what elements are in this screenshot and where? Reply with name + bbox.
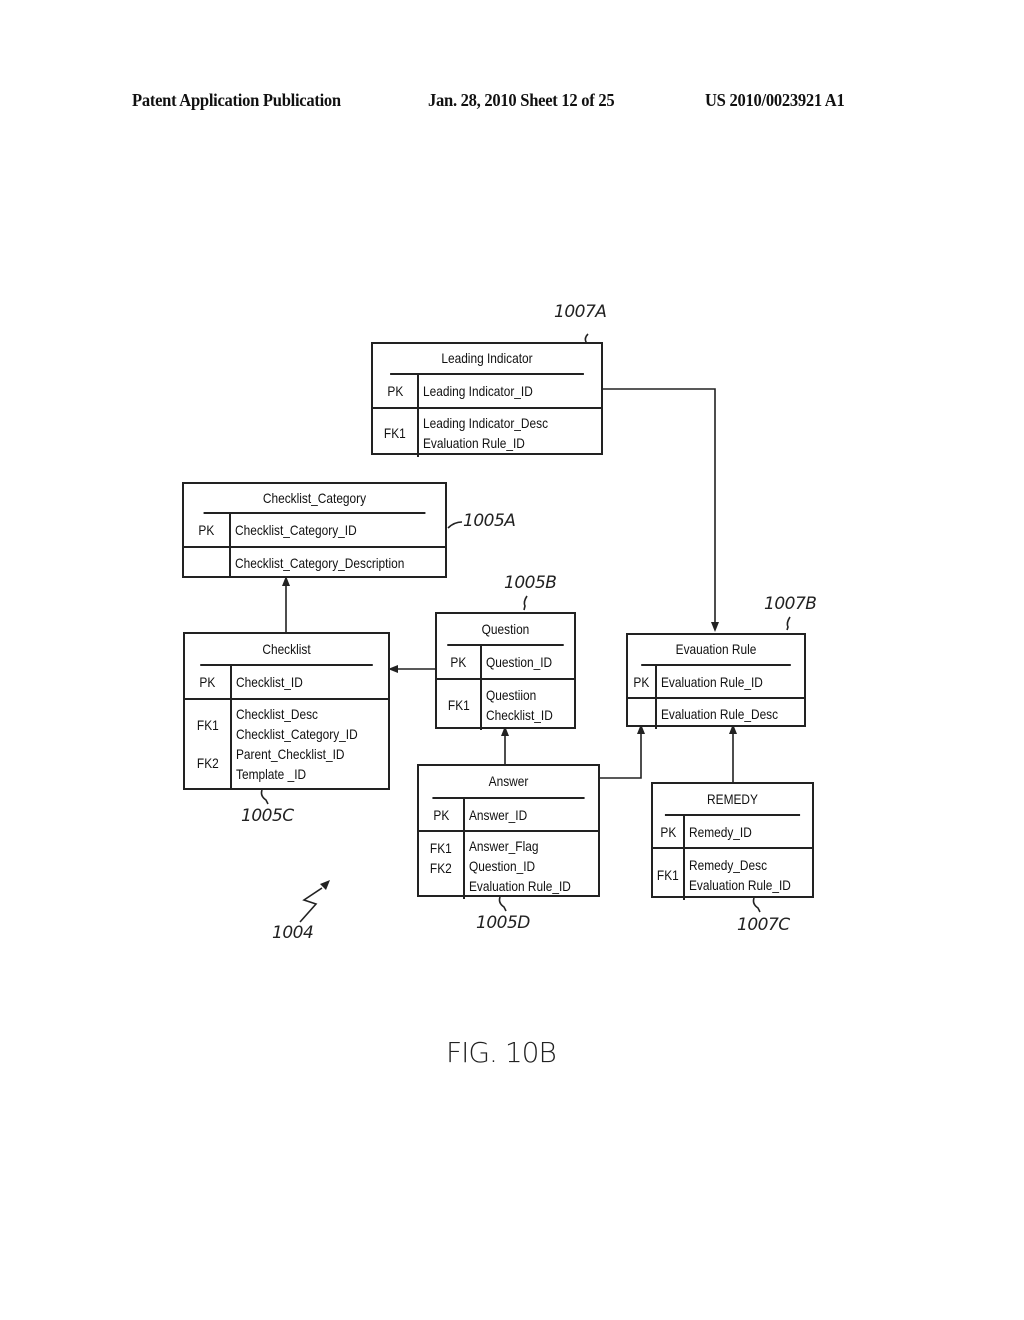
date-sheet: Jan. 28, 2010 Sheet 12 of 25 (428, 90, 615, 110)
leader-1005A (447, 521, 463, 529)
field: Parent_Checklist_ID (236, 746, 345, 762)
pk-field: Checklist_Category_ID (235, 522, 357, 538)
entity-title: Answer (432, 766, 585, 799)
entity-remedy[interactable]: REMEDY PK Remedy_ID FK1 Remedy_Desc Eval… (651, 782, 814, 900)
pk-field: Leading Indicator_ID (423, 383, 533, 399)
field: Checklist_Category_Description (235, 555, 405, 571)
entity-checklist-category[interactable]: Checklist_Category PK Checklist_Category… (182, 482, 447, 578)
arrowhead-evaluation-rule-top (711, 622, 719, 632)
fk-label: FK1 (430, 840, 452, 856)
field: Answer_Flag (469, 837, 539, 854)
field: Evaluation Rule_Desc (661, 706, 779, 722)
field: Remedy_Desc (689, 856, 768, 873)
leader-1005B (523, 595, 528, 611)
publication-title: Patent Application Publication (132, 90, 341, 110)
field: Checklist_Category_ID (236, 726, 358, 742)
fk-label: FK1 (657, 866, 679, 883)
pk-label: PK (633, 673, 650, 690)
entity-title: Checklist_Category (203, 484, 426, 514)
entity-title: Evauation Rule (641, 635, 791, 666)
ref-label-1005A: 1005A (463, 511, 516, 531)
figure-label: FIG. 10B (446, 1036, 557, 1069)
field: Checklist_ID (486, 707, 553, 723)
ref-label-1005C: 1005C (241, 806, 294, 826)
entity-title: Checklist (200, 634, 373, 666)
field: Evaluation Rule_ID (469, 877, 571, 894)
page-header: Patent Application Publication Jan. 28, … (0, 90, 1024, 114)
field: Evaluation Rule_ID (423, 435, 525, 451)
leader-1005C (260, 789, 269, 805)
reference-arrow-1004 (299, 887, 323, 923)
connector-answer-evaluation-rule (599, 730, 642, 779)
entity-title: REMEDY (664, 784, 801, 816)
fk-label: FK1 (196, 717, 219, 733)
ref-label-1005D: 1005D (476, 913, 530, 933)
fk-label: FK1 (447, 697, 470, 713)
entity-question[interactable]: Question PK Question_ID FK1 Questiion Ch… (435, 612, 576, 730)
leader-1007C (752, 897, 761, 913)
ref-label-1004: 1004 (272, 923, 314, 943)
entity-title: Leading Indicator (390, 344, 584, 375)
fk-label: FK2 (430, 860, 452, 876)
pk-label: PK (433, 806, 449, 823)
entity-evaluation-rule[interactable]: Evauation Rule PK Evaluation Rule_ID Eva… (626, 633, 806, 729)
entity-leading-indicator[interactable]: Leading Indicator PK Leading Indicator_I… (371, 342, 603, 457)
field: Leading Indicator_Desc (423, 415, 549, 431)
patent-number: US 2010/0023921 A1 (705, 90, 845, 110)
ref-label-1007A: 1007A (554, 302, 607, 322)
pk-field: Remedy_ID (689, 823, 752, 840)
entity-title: Question (447, 614, 564, 646)
pk-field: Evaluation Rule_ID (661, 673, 763, 690)
pk-label: PK (198, 522, 215, 538)
pk-field: Answer_ID (469, 806, 528, 823)
pk-label: PK (199, 674, 216, 690)
arrowhead-1004 (320, 880, 330, 890)
pk-label: PK (660, 823, 676, 840)
pk-label: PK (450, 654, 467, 670)
leader-1007B (786, 616, 791, 631)
connector-leading-indicator-evaluation-rule (602, 388, 716, 628)
pk-field: Question_ID (486, 654, 553, 670)
ref-label-1007B: 1007B (764, 594, 817, 614)
field: Question_ID (469, 857, 536, 874)
ref-label-1007C: 1007C (737, 915, 790, 935)
entity-answer[interactable]: Answer PK Answer_ID FK1 FK2 Answer_Flag … (417, 764, 600, 899)
pk-label: PK (387, 383, 403, 399)
ref-label-1005B: 1005B (504, 573, 557, 593)
fk-label: FK1 (384, 425, 406, 441)
leader-1005D (498, 896, 507, 912)
field: Questiion (486, 687, 537, 703)
field: Checklist_Desc (236, 706, 319, 722)
field: Evaluation Rule_ID (689, 876, 791, 893)
field: Template _ID (236, 766, 307, 782)
pk-field: Checklist_ID (236, 674, 303, 690)
entity-checklist[interactable]: Checklist PK Checklist_ID FK1 FK2 Checkl… (183, 632, 390, 790)
fk-label: FK2 (196, 755, 219, 771)
